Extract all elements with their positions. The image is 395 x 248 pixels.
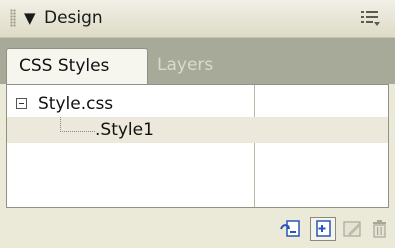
tree-item-style1[interactable]: .Style1 bbox=[7, 117, 388, 143]
edit-style-icon bbox=[343, 221, 361, 237]
tab-css-styles[interactable]: CSS Styles bbox=[6, 48, 148, 84]
tree-item-label: .Style1 bbox=[95, 120, 154, 140]
tree-item-style-css[interactable]: Style.css bbox=[7, 91, 388, 117]
options-menu-icon[interactable] bbox=[360, 9, 382, 29]
tree-connector-line bbox=[60, 117, 95, 132]
tree-item-label: Style.css bbox=[38, 94, 114, 114]
collapse-toggle-icon[interactable] bbox=[16, 98, 27, 109]
panel-title-bar[interactable]: ▼ Design bbox=[0, 0, 395, 38]
design-panel: ▼ Design CSS Styles Layers Style.css .St… bbox=[0, 0, 395, 248]
delete-icon bbox=[373, 220, 386, 238]
collapse-arrow-icon[interactable]: ▼ bbox=[24, 9, 36, 27]
tab-strip: CSS Styles Layers bbox=[0, 38, 395, 84]
panel-title[interactable]: Design bbox=[44, 8, 103, 28]
attach-stylesheet-icon bbox=[280, 220, 300, 237]
bottom-toolbar bbox=[0, 210, 395, 248]
tab-layers[interactable]: Layers bbox=[145, 48, 235, 84]
attach-stylesheet-button[interactable] bbox=[278, 217, 304, 241]
new-style-button[interactable] bbox=[310, 217, 336, 241]
css-styles-tree: Style.css .Style1 bbox=[6, 84, 389, 208]
delete-style-button[interactable] bbox=[367, 217, 393, 241]
edit-style-button[interactable] bbox=[340, 217, 366, 241]
drag-gripper-icon[interactable] bbox=[10, 9, 16, 27]
new-style-icon bbox=[316, 220, 331, 237]
